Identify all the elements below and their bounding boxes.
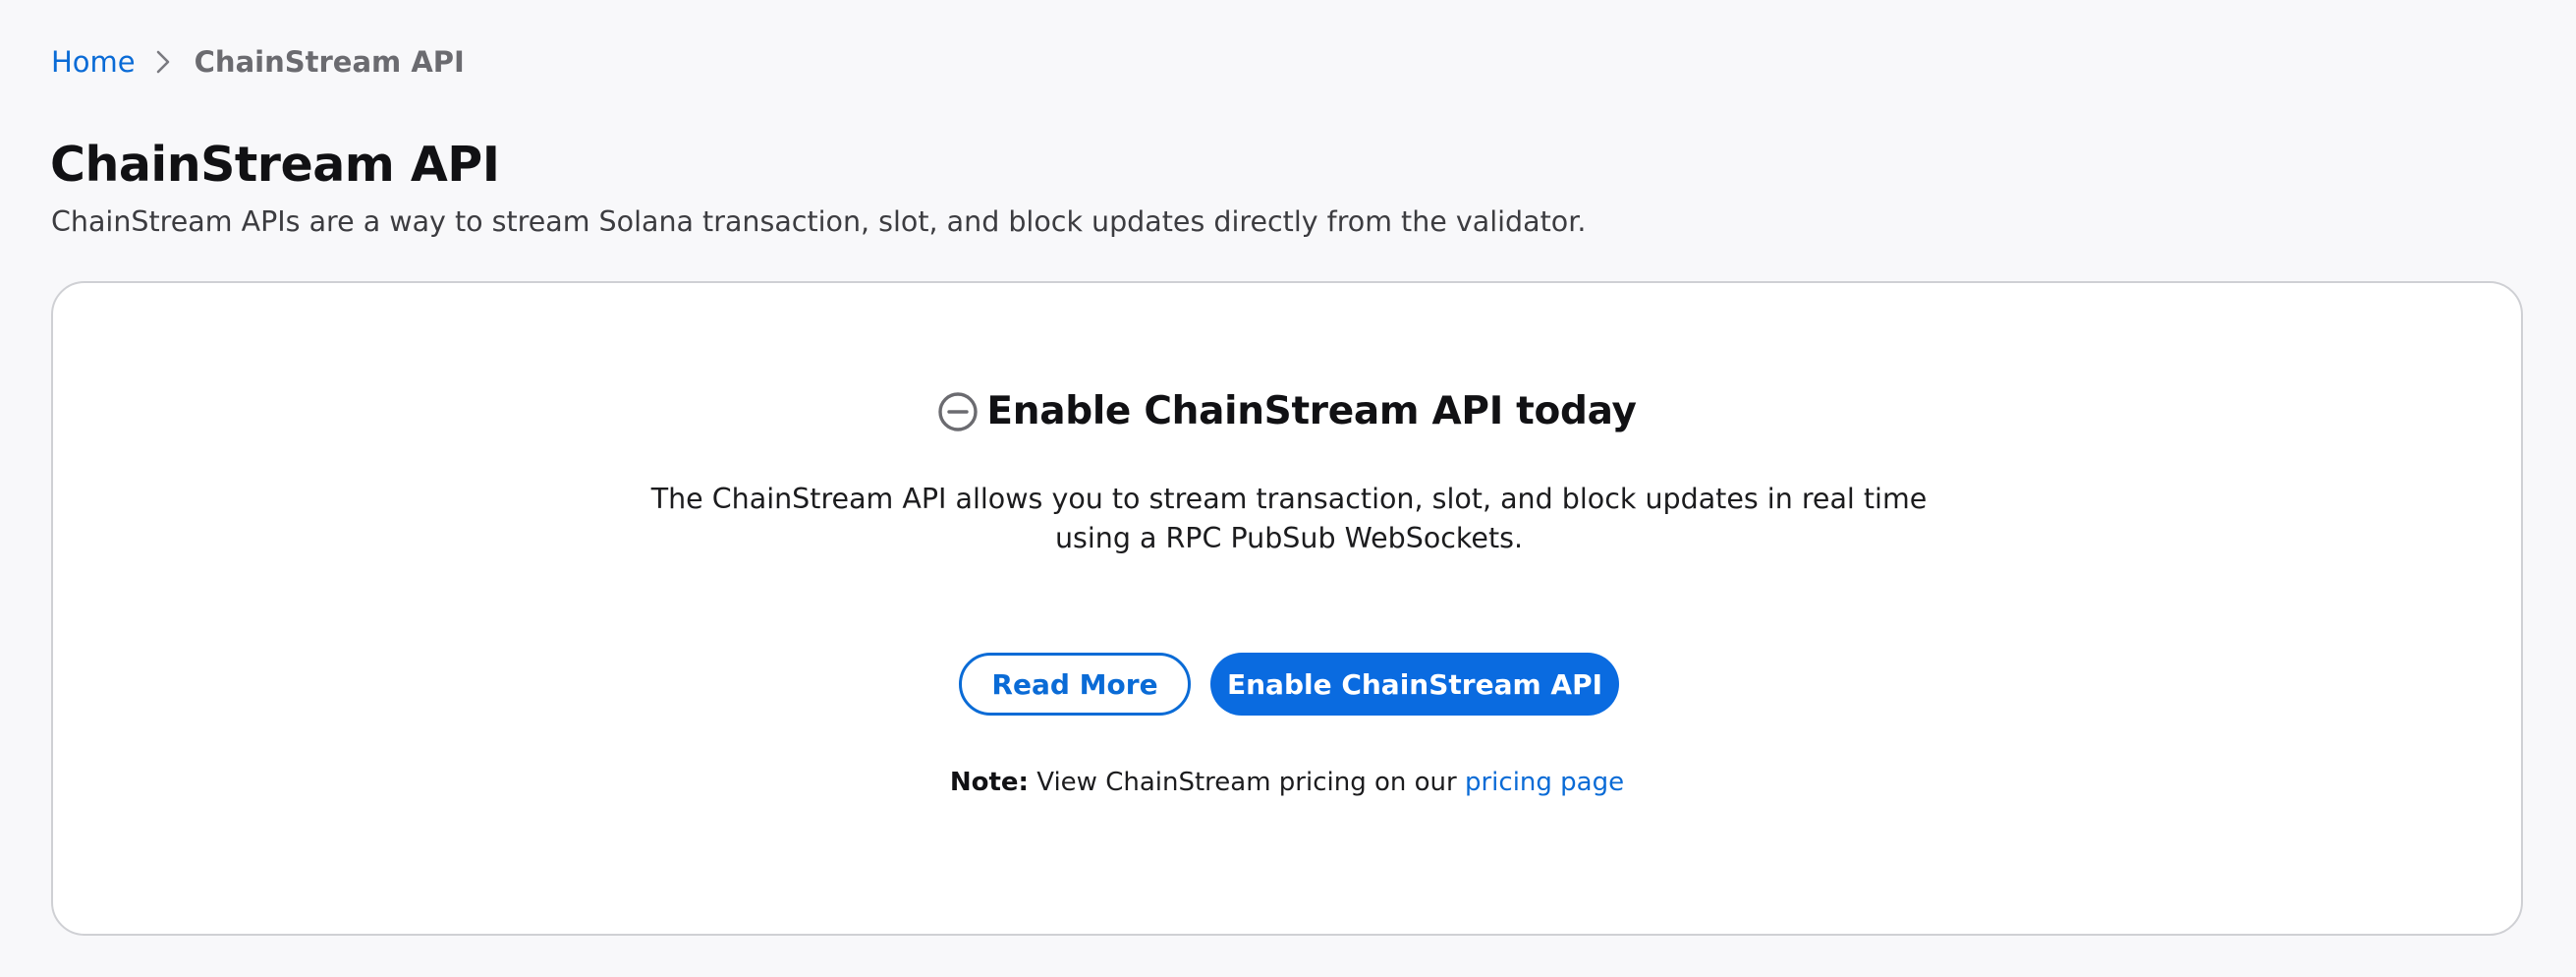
breadcrumb-home-link[interactable]: Home — [51, 45, 136, 79]
note-label: Note: — [949, 768, 1029, 797]
minus-circle-icon — [937, 391, 979, 432]
read-more-button[interactable]: Read More — [959, 653, 1191, 716]
card-actions: Read More Enable ChainStream API — [53, 653, 2521, 716]
page-subtitle: ChainStream APIs are a way to stream Sol… — [51, 205, 1587, 238]
pricing-page-link[interactable]: pricing page — [1465, 768, 1624, 797]
page-title: ChainStream API — [50, 137, 500, 193]
breadcrumb-current: ChainStream API — [194, 45, 465, 79]
card-description: The ChainStream API allows you to stream… — [650, 483, 1928, 554]
enable-chainstream-button[interactable]: Enable ChainStream API — [1210, 653, 1619, 716]
enable-card: Enable ChainStream API today The ChainSt… — [51, 281, 2523, 936]
breadcrumb: Home ChainStream API — [51, 41, 465, 83]
note-text: View ChainStream pricing on our — [1036, 768, 1457, 797]
card-title: Enable ChainStream API today — [986, 388, 1637, 433]
card-heading: Enable ChainStream API today — [53, 381, 2521, 440]
chevron-right-icon — [155, 49, 171, 75]
pricing-note: Note: View ChainStream pricing on our pr… — [53, 763, 2521, 802]
